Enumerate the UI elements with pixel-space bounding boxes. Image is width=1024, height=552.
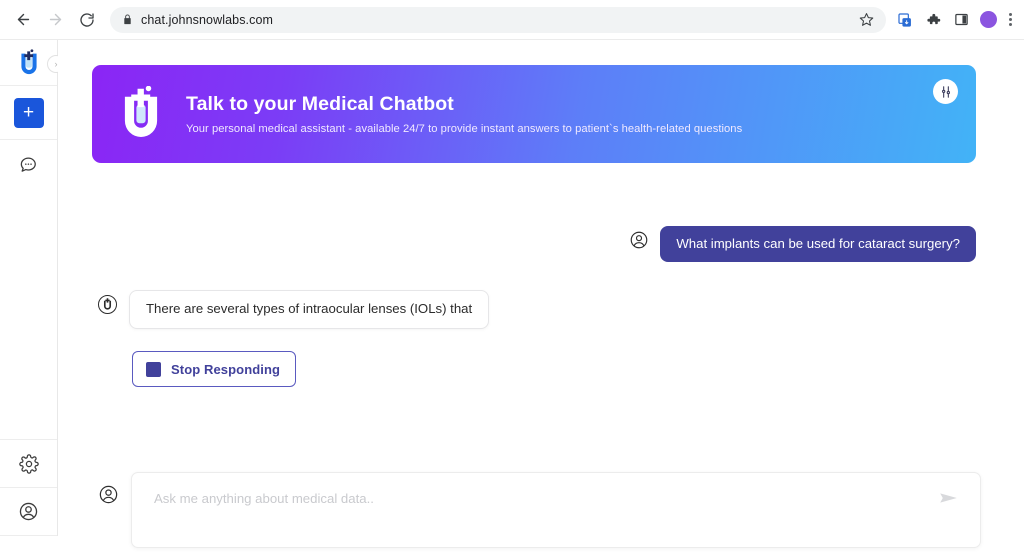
chat-bubble-icon <box>19 155 38 174</box>
browser-toolbar: chat.johnsnowlabs.com <box>0 0 1024 40</box>
user-circle-icon <box>630 231 648 249</box>
browser-action-icons <box>896 11 1024 29</box>
forward-button[interactable] <box>40 5 70 35</box>
user-circle-icon <box>18 501 39 522</box>
hero-logo-icon <box>118 86 164 142</box>
chatbot-logo-icon <box>103 298 112 310</box>
sidebar-item-new-chat[interactable]: + <box>0 86 57 140</box>
john-snow-labs-logo <box>20 48 37 74</box>
user-circle-icon <box>99 485 118 504</box>
arrow-right-icon <box>49 13 61 26</box>
tune-sliders-icon <box>941 85 950 98</box>
send-paper-plane-icon <box>940 493 957 503</box>
install-app-icon[interactable] <box>896 11 914 29</box>
address-bar[interactable]: chat.johnsnowlabs.com <box>110 6 886 33</box>
stop-responding-label: Stop Responding <box>171 361 281 377</box>
gear-icon <box>18 453 39 474</box>
bot-avatar <box>98 295 117 314</box>
sidebar-item-settings[interactable] <box>0 440 57 488</box>
back-button[interactable] <box>8 5 38 35</box>
chat-main-area: Talk to your Medical Chatbot Your person… <box>58 40 1024 548</box>
hero-text-block: Talk to your Medical Chatbot Your person… <box>186 93 742 135</box>
composer-row <box>98 472 981 548</box>
user-message-bubble: What implants can be used for cataract s… <box>660 226 976 263</box>
puzzle-piece-icon[interactable] <box>924 11 942 29</box>
star-icon[interactable] <box>859 12 876 27</box>
hero-banner: Talk to your Medical Chatbot Your person… <box>92 65 976 163</box>
reload-button[interactable] <box>72 5 102 35</box>
lock-icon <box>122 14 133 25</box>
hero-title: Talk to your Medical Chatbot <box>186 93 454 115</box>
browser-nav-buttons <box>0 5 102 35</box>
url-text: chat.johnsnowlabs.com <box>141 12 274 27</box>
arrow-left-icon <box>17 13 29 26</box>
sidebar-spacer <box>0 188 57 440</box>
composer-avatar <box>98 484 119 505</box>
sidebar-item-conversations[interactable] <box>0 140 57 188</box>
stop-responding-button[interactable]: Stop Responding <box>132 351 297 387</box>
three-dot-menu-icon[interactable] <box>1007 13 1014 26</box>
stop-square-icon <box>146 361 161 377</box>
user-message-row: What implants can be used for cataract s… <box>629 226 976 263</box>
chat-settings-button[interactable] <box>933 79 958 104</box>
composer-box <box>131 472 981 548</box>
app-sidebar: + <box>0 40 58 536</box>
reload-icon <box>80 12 94 27</box>
sidebar-item-account[interactable] <box>0 488 57 536</box>
send-button[interactable] <box>934 483 964 513</box>
plus-icon: + <box>13 97 44 128</box>
bot-message-bubble: There are several types of intraocular l… <box>129 290 490 330</box>
bot-message-row: There are several types of intraocular l… <box>98 290 490 330</box>
profile-avatar-icon[interactable] <box>980 11 997 28</box>
user-avatar <box>629 230 649 250</box>
side-panel-icon[interactable] <box>952 11 970 29</box>
hero-subtitle: Your personal medical assistant - availa… <box>186 123 743 135</box>
